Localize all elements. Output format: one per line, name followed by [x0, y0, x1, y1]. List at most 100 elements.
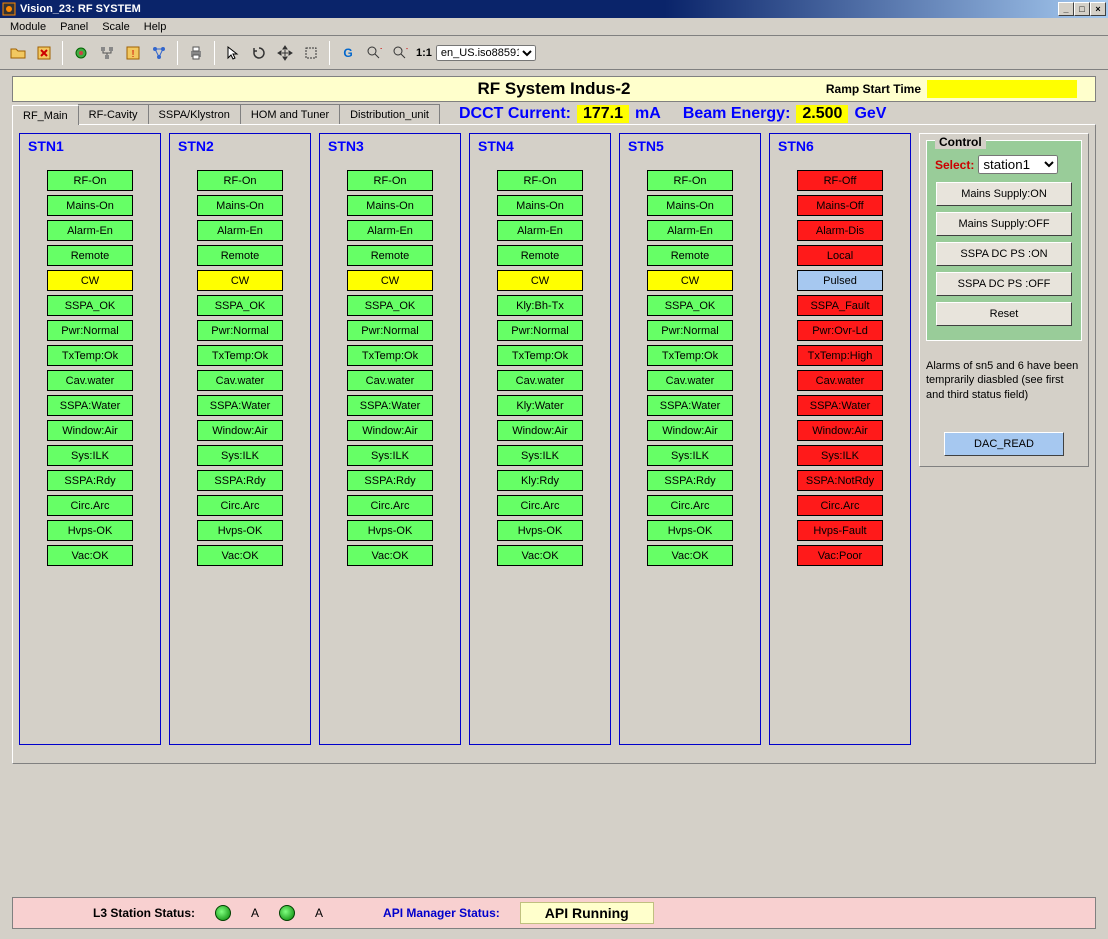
indicator: Mains-On [497, 195, 583, 216]
zoom-in-icon[interactable]: + [362, 41, 386, 65]
l3-led-2 [279, 905, 295, 921]
open-icon[interactable] [6, 41, 30, 65]
indicator: SSPA:Water [647, 395, 733, 416]
indicator: Mains-On [197, 195, 283, 216]
encoding-select[interactable]: en_US.iso88591 [436, 45, 536, 61]
indicator: SSPA_Fault [797, 295, 883, 316]
indicator: Sys:ILK [347, 445, 433, 466]
move-icon[interactable] [273, 41, 297, 65]
ramp-value [927, 80, 1077, 98]
print-icon[interactable] [184, 41, 208, 65]
network-icon[interactable] [147, 41, 171, 65]
indicator: RF-On [497, 170, 583, 191]
close-panel-icon[interactable] [32, 41, 56, 65]
home-icon[interactable]: G [336, 41, 360, 65]
sspa-on-button[interactable]: SSPA DC PS :ON [936, 242, 1072, 266]
indicator: Window:Air [797, 420, 883, 441]
menu-scale[interactable]: Scale [96, 20, 136, 34]
indicator: SSPA_OK [347, 295, 433, 316]
station-title: STN2 [170, 134, 214, 170]
indicator: TxTemp:High [797, 345, 883, 366]
indicator: Cav.water [347, 370, 433, 391]
indicator: Sys:ILK [797, 445, 883, 466]
beam-value: 2.500 [796, 105, 848, 123]
footer: L3 Station Status: A A API Manager Statu… [12, 897, 1096, 929]
select-rect-icon[interactable] [299, 41, 323, 65]
dcct-value: 177.1 [577, 105, 629, 123]
indicator: Circ.Arc [647, 495, 733, 516]
pointer-icon[interactable] [221, 41, 245, 65]
indicator: SSPA:Water [797, 395, 883, 416]
zoom-out-icon[interactable]: – [388, 41, 412, 65]
sspa-off-button[interactable]: SSPA DC PS :OFF [936, 272, 1072, 296]
close-button[interactable]: × [1090, 2, 1106, 16]
indicator: Cav.water [497, 370, 583, 391]
indicator: Circ.Arc [47, 495, 133, 516]
mains-on-button[interactable]: Mains Supply:ON [936, 182, 1072, 206]
indicator: Cav.water [47, 370, 133, 391]
api-label: API Manager Status: [383, 906, 500, 920]
indicator: Vac:OK [47, 545, 133, 566]
indicator: Pwr:Normal [647, 320, 733, 341]
tab-rf-main[interactable]: RF_Main [12, 105, 79, 125]
station-title: STN3 [320, 134, 364, 170]
indicator: TxTemp:Ok [347, 345, 433, 366]
tab-rf-cavity[interactable]: RF-Cavity [78, 104, 149, 124]
indicator: Mains-On [347, 195, 433, 216]
indicator: Vac:OK [197, 545, 283, 566]
tab-hom-tuner[interactable]: HOM and Tuner [240, 104, 340, 124]
menu-module[interactable]: Module [4, 20, 52, 34]
menu-panel[interactable]: Panel [54, 20, 94, 34]
minimize-button[interactable]: _ [1058, 2, 1074, 16]
mains-off-button[interactable]: Mains Supply:OFF [936, 212, 1072, 236]
indicator: Hvps-OK [497, 520, 583, 541]
reset-button[interactable]: Reset [936, 302, 1072, 326]
indicator: Sys:ILK [197, 445, 283, 466]
menubar: Module Panel Scale Help [0, 18, 1108, 36]
tab-distribution[interactable]: Distribution_unit [339, 104, 440, 124]
indicator: SSPA:Water [47, 395, 133, 416]
indicator: Mains-Off [797, 195, 883, 216]
indicator: Hvps-OK [197, 520, 283, 541]
warning-icon[interactable]: ! [121, 41, 145, 65]
station-select[interactable]: station1 [978, 155, 1058, 174]
station-4: STN4RF-OnMains-OnAlarm-EnRemoteCWKly:Bh-… [469, 133, 611, 745]
tabs: RF_Main RF-Cavity SSPA/Klystron HOM and … [12, 104, 439, 124]
indicator: CW [347, 270, 433, 291]
menu-help[interactable]: Help [138, 20, 173, 34]
dcct-label: DCCT Current: [459, 105, 571, 123]
readouts: DCCT Current: 177.1 mA Beam Energy: 2.50… [459, 105, 886, 123]
indicator: Circ.Arc [797, 495, 883, 516]
indicator: Remote [497, 245, 583, 266]
indicator: Remote [347, 245, 433, 266]
station-title: STN6 [770, 134, 814, 170]
tab-sspa-klystron[interactable]: SSPA/Klystron [148, 104, 241, 124]
indicator: Window:Air [197, 420, 283, 441]
indicator: Vac:OK [647, 545, 733, 566]
indicator: Pwr:Ovr-Ld [797, 320, 883, 341]
indicator: Alarm-En [497, 220, 583, 241]
indicator: Kly:Water [497, 395, 583, 416]
indicator: Vac:Poor [797, 545, 883, 566]
indicator: SSPA_OK [197, 295, 283, 316]
window-title: Vision_23: RF SYSTEM [20, 3, 141, 15]
station-panel: STN1RF-OnMains-OnAlarm-EnRemoteCWSSPA_OK… [12, 124, 1096, 764]
refresh-icon[interactable] [247, 41, 271, 65]
indicator: CW [497, 270, 583, 291]
zoom-11-button[interactable]: 1:1 [414, 47, 434, 59]
indicator: Local [797, 245, 883, 266]
indicator: RF-On [347, 170, 433, 191]
indicator: Alarm-En [347, 220, 433, 241]
indicator: Kly:Bh-Tx [497, 295, 583, 316]
indicator: Circ.Arc [197, 495, 283, 516]
dac-read-button[interactable]: DAC_READ [944, 432, 1064, 456]
plugin-icon[interactable] [69, 41, 93, 65]
indicator: Mains-On [47, 195, 133, 216]
tree-icon[interactable] [95, 41, 119, 65]
banner: RF System Indus-2 Ramp Start Time [12, 76, 1096, 102]
maximize-button[interactable]: □ [1074, 2, 1090, 16]
indicator: Cav.water [197, 370, 283, 391]
svg-text:–: – [406, 45, 408, 53]
alarm-info: Alarms of sn5 and 6 have been temprarily… [926, 359, 1082, 402]
indicator: Pwr:Normal [347, 320, 433, 341]
